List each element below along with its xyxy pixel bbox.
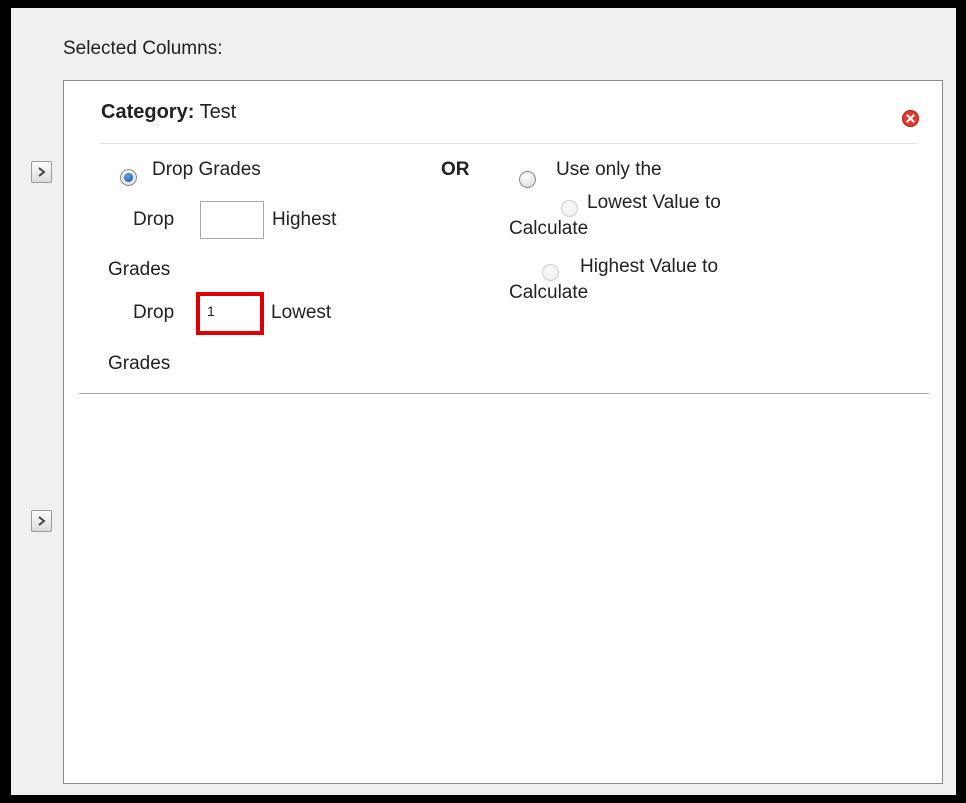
lowest-value-radio[interactable]: [561, 200, 578, 217]
highest-label: Highest: [272, 209, 337, 230]
use-only-label: Use only the: [556, 159, 662, 180]
use-only-radio[interactable]: [519, 171, 536, 188]
calculate-label-2: Calculate: [509, 282, 589, 303]
drop-grades-label: Drop Grades: [152, 159, 261, 180]
calculate-label: Calculate: [509, 218, 589, 239]
move-column-button-2[interactable]: [31, 510, 52, 532]
highest-value-label: Highest Value to: [580, 256, 719, 277]
grades-label: Grades: [108, 259, 171, 280]
lowest-value-label: Lowest Value to: [587, 192, 721, 213]
drop-lowest-prefix: Drop: [133, 302, 175, 323]
drop-highest-prefix: Drop: [133, 209, 175, 230]
grades-label-2: Grades: [108, 353, 171, 374]
drop-grades-radio[interactable]: [120, 169, 137, 186]
or-label: OR: [441, 159, 470, 180]
divider: [100, 143, 918, 144]
remove-category-button[interactable]: [902, 110, 919, 127]
drop-lowest-input[interactable]: 1: [196, 292, 264, 335]
category-name: Test: [199, 101, 237, 123]
selected-columns-area: Selected Columns: Category: Test Drop Gr…: [11, 8, 956, 795]
selected-columns-panel: Category: Test Drop Grades Drop Highest …: [63, 80, 943, 784]
highest-value-radio[interactable]: [542, 264, 559, 281]
divider-bottom: [79, 393, 929, 394]
category-header: Category: Test: [101, 101, 236, 124]
close-icon: [906, 114, 915, 123]
move-column-button[interactable]: [31, 161, 52, 183]
lowest-label: Lowest: [271, 302, 332, 323]
drop-highest-input[interactable]: [200, 201, 264, 239]
chevron-right-icon: [38, 516, 46, 526]
category-label: Category:: [101, 101, 195, 123]
section-label: Selected Columns:: [63, 38, 223, 59]
chevron-right-icon: [38, 167, 46, 177]
